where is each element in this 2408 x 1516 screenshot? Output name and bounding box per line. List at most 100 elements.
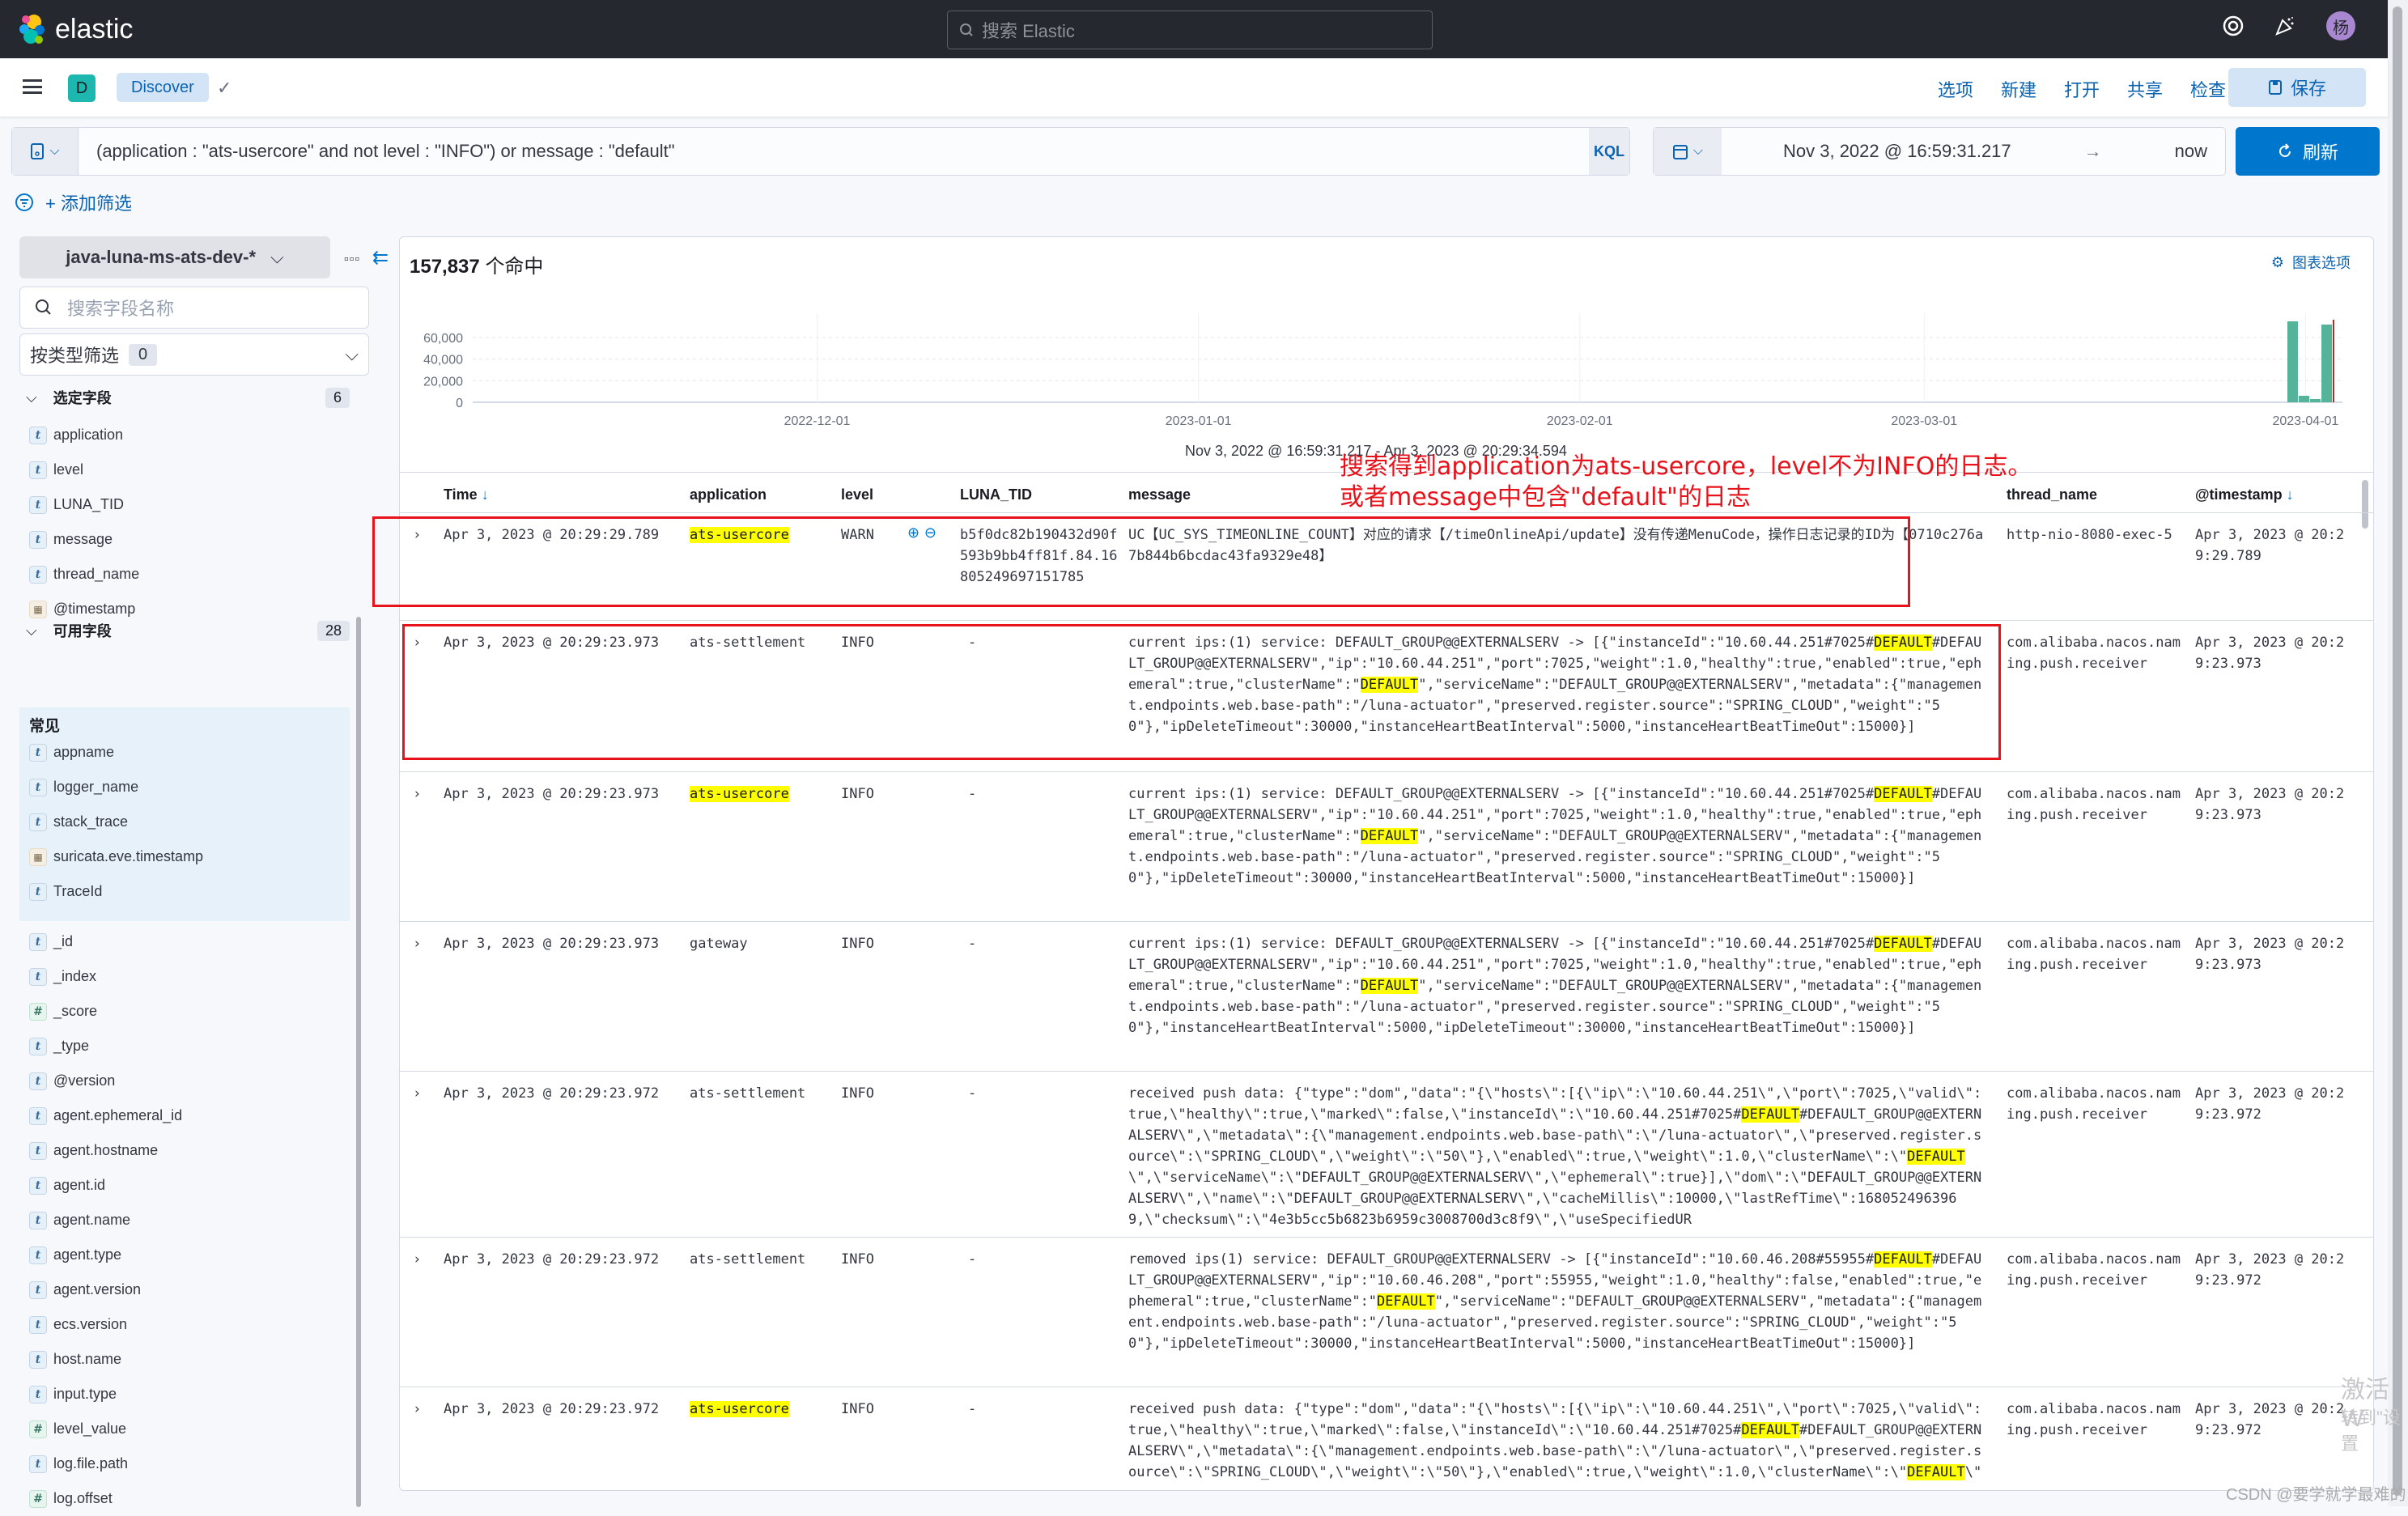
elastic-logo[interactable]: elastic: [18, 13, 133, 45]
field-item[interactable]: t TraceId: [19, 874, 350, 909]
annotation-text: 搜索得到application为ats-usercore，level不为INFO…: [1340, 452, 2032, 513]
string-type-icon: t: [29, 743, 47, 762]
column-header-timestamp[interactable]: @timestamp ↓: [2195, 486, 2294, 503]
cell-level: INFO: [841, 1401, 874, 1417]
collapse-sidebar-icon[interactable]: ⇇: [372, 246, 389, 270]
field-item[interactable]: t agent.id: [19, 1168, 350, 1203]
field-item[interactable]: t stack_trace: [19, 805, 350, 839]
save-button[interactable]: 保存: [2228, 68, 2366, 107]
global-search-input[interactable]: 搜索 Elastic: [947, 11, 1433, 49]
add-filter-button[interactable]: + 添加筛选: [45, 189, 132, 215]
index-pattern-selector[interactable]: java-luna-ms-ats-dev-* ⌵: [19, 236, 330, 278]
chart-options-button[interactable]: ⚙ 图表选项: [2271, 252, 2351, 273]
more-options-icon[interactable]: ▫▫▫: [344, 253, 360, 267]
refresh-label: 刷新: [2302, 142, 2338, 163]
new-link[interactable]: 新建: [2001, 76, 2036, 102]
field-item[interactable]: t application: [19, 418, 350, 452]
page-scrollbar[interactable]: [2388, 0, 2408, 1506]
table-row[interactable]: › Apr 3, 2023 @ 20:29:23.973 ats-settlemen…: [400, 620, 2373, 771]
filter-options-icon[interactable]: [15, 193, 34, 212]
field-item[interactable]: # log.offset: [19, 1481, 350, 1516]
histogram-chart[interactable]: 0 20,000 40,000 60,000 2022-12-01 2023-01-01 2…: [400, 302, 2374, 448]
query-language-button[interactable]: KQL: [1589, 128, 1629, 175]
field-item[interactable]: t agent.hostname: [19, 1133, 350, 1168]
field-item[interactable]: t host.name: [19, 1342, 350, 1377]
expand-row-icon[interactable]: ›: [414, 783, 420, 805]
column-header-time[interactable]: Time ↓: [444, 486, 489, 503]
string-type-icon: t: [29, 565, 47, 584]
share-link[interactable]: 共享: [2127, 76, 2163, 102]
field-search-input[interactable]: 搜索字段名称: [19, 287, 369, 329]
filter-for-value-icon[interactable]: ⊕: [907, 524, 919, 541]
field-item[interactable]: t logger_name: [19, 770, 350, 805]
column-header-level[interactable]: level: [841, 486, 873, 503]
query-input[interactable]: (application : "ats-usercore" and not le…: [79, 141, 1589, 162]
field-item[interactable]: # _score: [19, 994, 350, 1029]
open-link[interactable]: 打开: [2064, 76, 2100, 102]
saved-query-button[interactable]: ⌵: [12, 128, 79, 175]
help-icon[interactable]: [2223, 15, 2244, 36]
selected-fields-count: 6: [325, 387, 350, 408]
table-row[interactable]: › Apr 3, 2023 @ 20:29:23.973 gateway INFO - c…: [400, 921, 2373, 1071]
field-item[interactable]: t agent.name: [19, 1203, 350, 1238]
cell-thread-name: com.alibaba.nacos.naming.push.receiver: [2007, 1251, 2181, 1289]
expand-row-icon[interactable]: ›: [414, 524, 420, 546]
top-nav-menu: 选项 新建 打开 共享 检查: [1938, 76, 2226, 102]
table-row[interactable]: › Apr 3, 2023 @ 20:29:23.973 ats-usercore I…: [400, 771, 2373, 921]
available-fields-count: 28: [316, 620, 350, 641]
date-end[interactable]: now: [2175, 141, 2207, 162]
field-item[interactable]: t log.file.path: [19, 1446, 350, 1481]
breadcrumb-discover[interactable]: Discover: [117, 73, 209, 102]
sort-arrow-icon[interactable]: ↓: [2287, 486, 2294, 503]
field-item[interactable]: t agent.type: [19, 1238, 350, 1272]
type-filter-button[interactable]: 按类型筛选 0 ⌵: [19, 333, 369, 376]
expand-row-icon[interactable]: ›: [414, 933, 420, 954]
column-header-message[interactable]: message: [1128, 486, 1191, 503]
expand-row-icon[interactable]: ›: [414, 1249, 420, 1270]
menu-icon[interactable]: [23, 79, 42, 94]
options-link[interactable]: 选项: [1938, 76, 1973, 102]
expand-row-icon[interactable]: ›: [414, 1083, 420, 1104]
sidebar-scrollbar-thumb[interactable]: [356, 617, 361, 1507]
cell-message: current ips:(1) service: DEFAULT_GROUP@@…: [1128, 786, 1982, 886]
field-item[interactable]: t _id: [19, 924, 350, 959]
date-start[interactable]: Nov 3, 2022 @ 16:59:31.217: [1783, 141, 2011, 162]
newsfeed-party-icon[interactable]: [2274, 15, 2295, 36]
field-item[interactable]: t input.type: [19, 1377, 350, 1412]
sort-arrow-icon[interactable]: ↓: [482, 486, 489, 503]
space-avatar[interactable]: D: [68, 74, 96, 102]
expand-row-icon[interactable]: ›: [414, 1399, 420, 1420]
field-item[interactable]: t _index: [19, 959, 350, 994]
user-avatar[interactable]: 杨: [2326, 11, 2355, 40]
quick-date-button[interactable]: ⌵: [1654, 128, 1722, 175]
table-row[interactable]: › Apr 3, 2023 @ 20:29:23.972 ats-settlemen…: [400, 1071, 2373, 1237]
column-header-luna-tid[interactable]: LUNA_TID: [960, 486, 1032, 503]
selected-fields-header[interactable]: ⌵ 选定字段 6: [26, 387, 350, 408]
x-tick-label: 2023-02-01: [1547, 414, 1613, 428]
field-item[interactable]: t LUNA_TID: [19, 487, 350, 522]
field-item[interactable]: t @version: [19, 1064, 350, 1098]
field-name: level: [53, 461, 84, 478]
field-item[interactable]: t thread_name: [19, 557, 350, 592]
field-item[interactable]: ▦ suricata.eve.timestamp: [19, 839, 350, 874]
column-header-application[interactable]: application: [690, 486, 767, 503]
expand-row-icon[interactable]: ›: [414, 632, 420, 653]
field-item[interactable]: t message: [19, 522, 350, 557]
refresh-button[interactable]: 刷新: [2236, 127, 2380, 176]
table-row[interactable]: › Apr 3, 2023 @ 20:29:29.789 ats-usercore W…: [400, 512, 2373, 620]
table-row[interactable]: › Apr 3, 2023 @ 20:29:23.972 ats-usercore I…: [400, 1386, 2373, 1490]
field-item[interactable]: t agent.ephemeral_id: [19, 1098, 350, 1133]
field-item[interactable]: t agent.version: [19, 1272, 350, 1307]
field-item[interactable]: t ecs.version: [19, 1307, 350, 1342]
table-row[interactable]: › Apr 3, 2023 @ 20:29:23.972 ats-settlemen…: [400, 1237, 2373, 1386]
field-item[interactable]: t appname: [19, 735, 350, 770]
field-name: agent.version: [53, 1281, 142, 1297]
inspect-link[interactable]: 检查: [2190, 76, 2226, 102]
field-item[interactable]: # level_value: [19, 1412, 350, 1446]
field-item[interactable]: t level: [19, 452, 350, 487]
page-scrollbar-thumb[interactable]: [2393, 6, 2402, 1496]
sidebar-scrollbar[interactable]: [356, 617, 361, 1507]
available-fields-header[interactable]: ⌵ 可用字段 28: [26, 620, 350, 641]
field-item[interactable]: t _type: [19, 1029, 350, 1064]
filter-out-value-icon[interactable]: ⊖: [919, 524, 936, 541]
